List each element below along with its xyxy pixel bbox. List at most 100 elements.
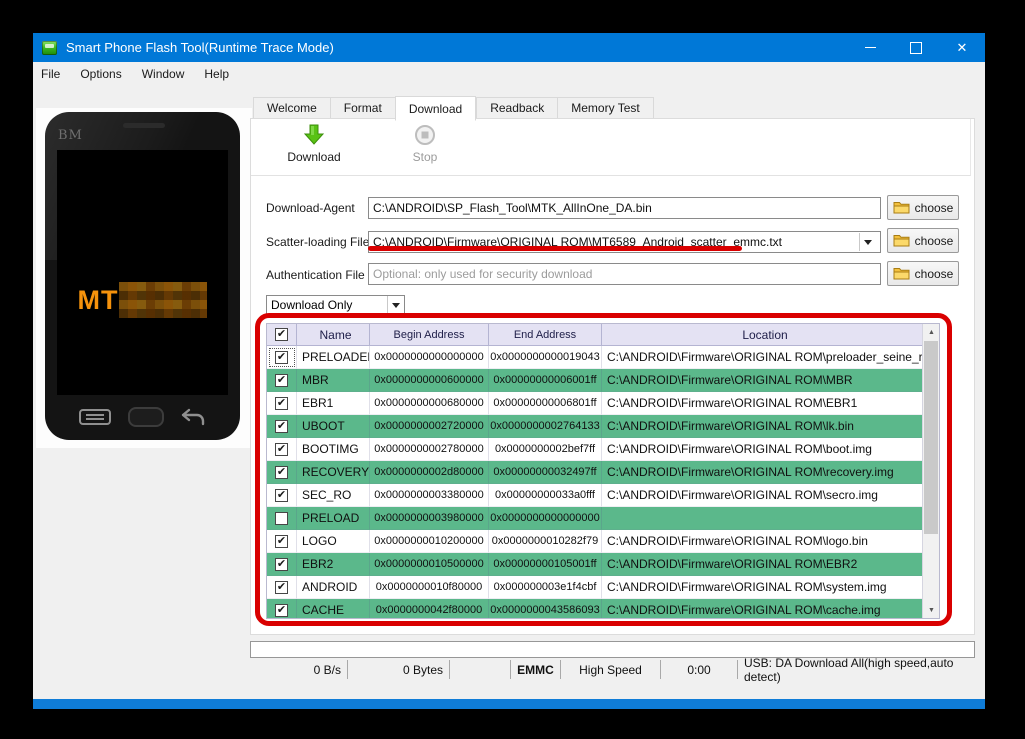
partition-checkbox[interactable]: ✔ — [275, 420, 288, 433]
choose-scatter-file-button[interactable]: choose — [887, 228, 959, 253]
auth-file-placeholder: Optional: only used for security downloa… — [373, 267, 592, 281]
partition-end-address: 0x00000000033a0fff — [489, 484, 602, 507]
select-all-checkbox-cell[interactable]: ✔ — [267, 324, 297, 346]
partition-name: RECOVERY — [297, 461, 370, 484]
partition-begin-address: 0x0000000002780000 — [370, 438, 489, 461]
partition-checkbox[interactable]: ✔ — [275, 581, 288, 594]
partition-begin-address: 0x0000000002d80000 — [370, 461, 489, 484]
status-storage-type: EMMC — [511, 660, 561, 679]
partition-checkbox[interactable]: ✔ — [275, 397, 288, 410]
column-header-location[interactable]: Location — [602, 324, 923, 346]
partition-checkbox[interactable]: ✔ — [275, 558, 288, 571]
partition-checkbox-cell[interactable]: ✔ — [267, 438, 297, 461]
download-button[interactable]: Download — [274, 124, 354, 164]
partition-checkbox[interactable] — [275, 512, 288, 525]
partition-checkbox-cell[interactable]: ✔ — [267, 553, 297, 576]
download-agent-field[interactable]: C:\ANDROID\SP_Flash_Tool\MTK_AllInOne_DA… — [368, 197, 881, 219]
partition-begin-address: 0x0000000003380000 — [370, 484, 489, 507]
app-icon — [42, 41, 57, 55]
select-all-checkbox[interactable]: ✔ — [275, 328, 288, 341]
partition-checkbox-cell[interactable]: ✔ — [267, 346, 297, 369]
download-button-label: Download — [287, 150, 340, 164]
minimize-button[interactable] — [847, 33, 893, 62]
table-row[interactable]: ✔ UBOOT 0x0000000002720000 0x00000000027… — [267, 415, 924, 438]
scrollbar-thumb[interactable] — [924, 341, 938, 534]
tab-welcome[interactable]: Welcome — [253, 97, 330, 119]
column-header-end-address[interactable]: End Address — [489, 324, 602, 346]
choose-auth-file-button[interactable]: choose — [887, 261, 959, 286]
table-row[interactable]: ✔ RECOVERY 0x0000000002d80000 0x00000000… — [267, 461, 924, 484]
partition-checkbox[interactable]: ✔ — [275, 351, 288, 364]
partition-begin-address: 0x0000000003980000 — [370, 507, 489, 530]
close-button[interactable]: ✕ — [939, 33, 985, 62]
partition-checkbox-cell[interactable] — [267, 507, 297, 530]
tab-readback[interactable]: Readback — [476, 97, 557, 119]
menu-file[interactable]: File — [33, 62, 70, 86]
partition-checkbox[interactable]: ✔ — [275, 604, 288, 617]
phone-brand-label: BM — [58, 128, 83, 143]
folder-icon — [893, 267, 910, 280]
chipset-label: MT — [78, 285, 119, 316]
table-row[interactable]: ✔ MBR 0x0000000000600000 0x0000000000600… — [267, 369, 924, 392]
flash-mode-dropdown[interactable]: Download Only — [266, 295, 405, 315]
partition-checkbox-cell[interactable]: ✔ — [267, 484, 297, 507]
menu-help[interactable]: Help — [194, 62, 239, 86]
scatter-dropdown-arrow-icon[interactable] — [859, 233, 876, 251]
partition-checkbox[interactable]: ✔ — [275, 535, 288, 548]
table-row[interactable]: ✔ CACHE 0x0000000042f80000 0x00000000435… — [267, 599, 924, 619]
partition-checkbox[interactable]: ✔ — [275, 466, 288, 479]
partition-location: C:\ANDROID\Firmware\ORIGINAL ROM\secro.i… — [602, 484, 924, 507]
partition-checkbox-cell[interactable]: ✔ — [267, 392, 297, 415]
folder-icon — [893, 234, 910, 247]
partition-checkbox[interactable]: ✔ — [275, 374, 288, 387]
tab-format[interactable]: Format — [330, 97, 395, 119]
partition-name: EBR1 — [297, 392, 370, 415]
partition-checkbox-cell[interactable]: ✔ — [267, 415, 297, 438]
choose-button-label: choose — [915, 201, 954, 215]
table-row[interactable]: PRELOAD 0x0000000003980000 0x00000000000… — [267, 507, 924, 530]
scroll-up-arrow-icon[interactable]: ▲ — [923, 324, 940, 340]
maximize-button[interactable] — [893, 33, 939, 62]
menu-options[interactable]: Options — [70, 62, 131, 86]
menu-window[interactable]: Window — [132, 62, 195, 86]
partition-checkbox[interactable]: ✔ — [275, 489, 288, 502]
tab-memory-test[interactable]: Memory Test — [557, 97, 653, 119]
table-row[interactable]: ✔ EBR2 0x0000000010500000 0x000000001050… — [267, 553, 924, 576]
status-speed: 0 B/s — [250, 660, 348, 679]
partition-checkbox-cell[interactable]: ✔ — [267, 599, 297, 619]
column-header-name[interactable]: Name — [297, 324, 370, 346]
partition-checkbox-cell[interactable]: ✔ — [267, 369, 297, 392]
table-row[interactable]: ✔ SEC_RO 0x0000000003380000 0x0000000003… — [267, 484, 924, 507]
status-connection-mode: USB: DA Download All(high speed,auto det… — [738, 660, 975, 679]
partition-checkbox[interactable]: ✔ — [275, 443, 288, 456]
download-tab-page: Download Stop Download-Agent C:\ANDROID\… — [250, 118, 975, 635]
table-row[interactable]: ✔ EBR1 0x0000000000680000 0x000000000068… — [267, 392, 924, 415]
table-row[interactable]: ✔ BOOTIMG 0x0000000002780000 0x000000000… — [267, 438, 924, 461]
table-header: ✔ Name Begin Address End Address Locatio… — [267, 324, 939, 346]
partition-end-address: 0x00000000006001ff — [489, 369, 602, 392]
toolbar: Download Stop — [251, 119, 971, 176]
stop-button[interactable]: Stop — [385, 124, 465, 164]
tab-download[interactable]: Download — [395, 96, 476, 121]
vertical-scrollbar[interactable]: ▲ ▼ — [922, 324, 939, 618]
tab-bar: Welcome Format Download Readback Memory … — [253, 96, 654, 119]
partition-end-address: 0x00000000006801ff — [489, 392, 602, 415]
column-header-begin-address[interactable]: Begin Address — [370, 324, 489, 346]
table-row[interactable]: ✔ PRELOADER 0x0000000000000000 0x0000000… — [267, 346, 924, 369]
status-usb-speed: High Speed — [561, 660, 661, 679]
partition-checkbox-cell[interactable]: ✔ — [267, 530, 297, 553]
partition-location: C:\ANDROID\Firmware\ORIGINAL ROM\EBR2 — [602, 553, 924, 576]
scroll-down-arrow-icon[interactable]: ▼ — [923, 602, 940, 618]
table-row[interactable]: ✔ ANDROID 0x0000000010f80000 0x000000003… — [267, 576, 924, 599]
partition-name: PRELOADER — [297, 346, 370, 369]
auth-file-field[interactable]: Optional: only used for security downloa… — [368, 263, 881, 285]
mode-dropdown-arrow-icon[interactable] — [387, 296, 404, 314]
red-underline-annotation — [368, 246, 742, 251]
partition-name: BOOTIMG — [297, 438, 370, 461]
partition-begin-address: 0x0000000000600000 — [370, 369, 489, 392]
partition-checkbox-cell[interactable]: ✔ — [267, 461, 297, 484]
table-row[interactable]: ✔ LOGO 0x0000000010200000 0x000000001028… — [267, 530, 924, 553]
choose-download-agent-button[interactable]: choose — [887, 195, 959, 220]
partition-checkbox-cell[interactable]: ✔ — [267, 576, 297, 599]
maximize-icon — [910, 42, 922, 54]
